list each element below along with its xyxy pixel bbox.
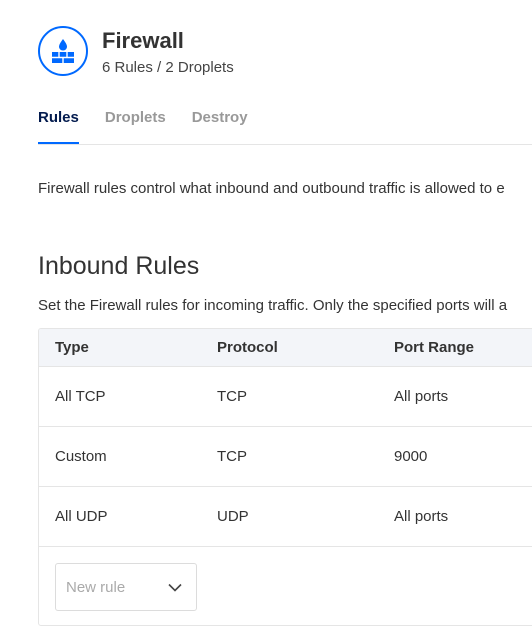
cell-port-range: All ports: [394, 508, 449, 525]
inbound-rules-title: Inbound Rules: [38, 252, 200, 280]
title-block: Firewall 6 Rules / 2 Droplets: [102, 24, 234, 78]
tab-droplets[interactable]: Droplets: [105, 108, 166, 144]
cell-type: All UDP: [55, 508, 108, 525]
chevron-down-icon: [168, 583, 182, 592]
firewall-description: Firewall rules control what inbound and …: [38, 180, 505, 197]
inbound-rules-table: Type Protocol Port Range All TCP TCP All…: [38, 328, 532, 626]
column-header-protocol: Protocol: [217, 339, 278, 356]
tab-rules[interactable]: Rules: [38, 108, 79, 144]
column-header-type: Type: [55, 339, 89, 356]
table-row[interactable]: All UDP UDP All ports: [39, 487, 532, 547]
cell-port-range: 9000: [394, 448, 428, 465]
column-header-port-range: Port Range: [394, 339, 475, 356]
table-row[interactable]: All TCP TCP All ports: [39, 367, 532, 427]
tab-destroy[interactable]: Destroy: [192, 108, 248, 144]
cell-port-range: All ports: [394, 388, 449, 405]
cell-type: All TCP: [55, 388, 106, 405]
table-row[interactable]: Custom TCP 9000: [39, 427, 532, 487]
firewall-page: Firewall 6 Rules / 2 Droplets Rules Drop…: [0, 0, 532, 638]
new-rule-dropdown[interactable]: New rule: [55, 563, 197, 611]
table-header: Type Protocol Port Range: [39, 329, 532, 367]
new-rule-placeholder: New rule: [66, 578, 126, 596]
cell-protocol: UDP: [217, 508, 249, 525]
firewall-header: Firewall 6 Rules / 2 Droplets: [38, 24, 234, 78]
tab-bar: Rules Droplets Destroy: [38, 108, 532, 145]
cell-protocol: TCP: [217, 448, 247, 465]
page-title: Firewall: [102, 28, 184, 53]
firewall-icon: [38, 26, 88, 76]
cell-type: Custom: [55, 448, 107, 465]
inbound-rules-description: Set the Firewall rules for incoming traf…: [38, 297, 508, 314]
new-rule-area: New rule: [39, 547, 532, 625]
cell-protocol: TCP: [217, 388, 247, 405]
page-subtitle: 6 Rules / 2 Droplets: [102, 59, 234, 76]
